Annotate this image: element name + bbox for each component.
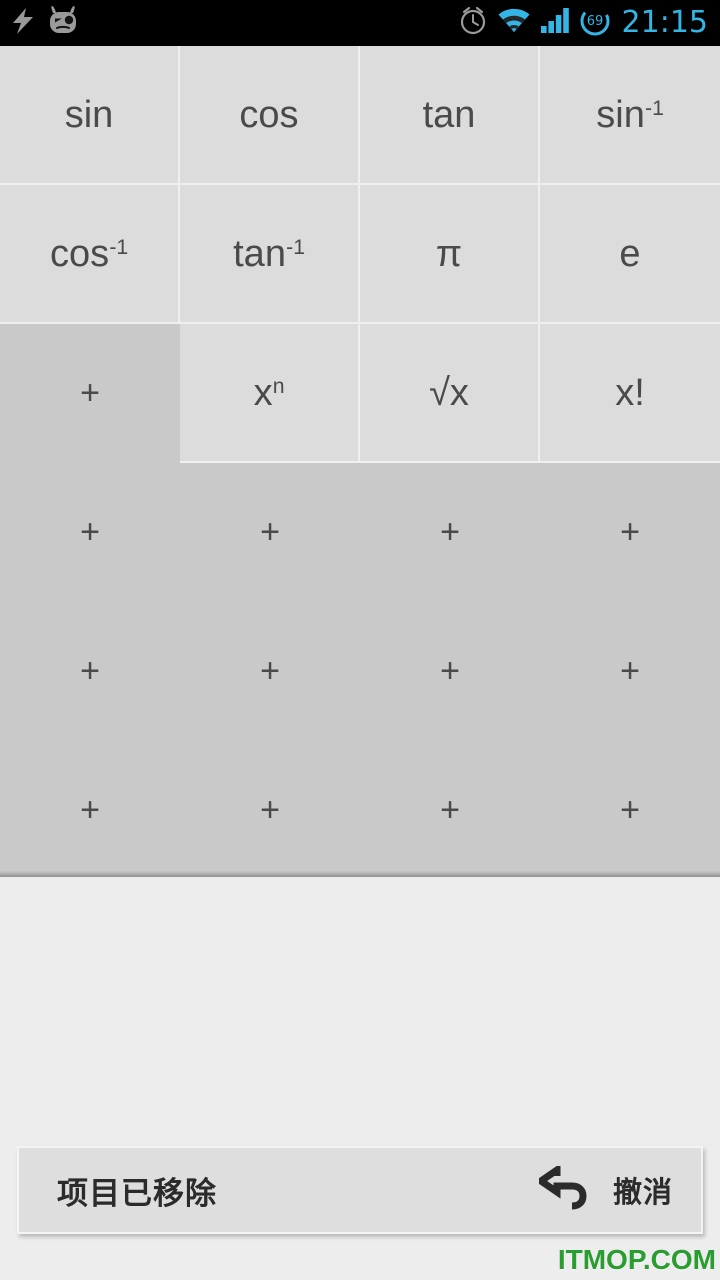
snackbar-message: 项目已移除 — [57, 1175, 217, 1212]
phone-screen: 69 21:15 sin cos tan sin -1 cos -1 tan -… — [0, 0, 720, 1280]
status-bar-right-icons: 69 21:15 — [458, 5, 708, 42]
empty-slot[interactable]: + — [540, 463, 720, 602]
palette-button-pi[interactable]: π — [360, 185, 540, 324]
palette-button-label: sin — [596, 93, 645, 136]
palette-button-e[interactable]: e — [540, 185, 720, 324]
undo-snackbar: 项目已移除 撤消 — [17, 1146, 703, 1234]
empty-slot[interactable]: + — [360, 741, 540, 877]
plus-icon: + — [80, 791, 100, 829]
plus-icon: + — [80, 513, 100, 551]
empty-slot-grid: + + + + + + + + + + + + — [0, 463, 720, 877]
cyanogenmod-logo-icon — [46, 5, 80, 42]
plus-icon: + — [80, 652, 100, 690]
palette-button-label: tan — [422, 93, 476, 136]
function-button-grid: sin cos tan sin -1 cos -1 tan -1 π e + x… — [0, 46, 720, 463]
palette-button-label: x! — [615, 371, 645, 414]
empty-slot[interactable]: + — [0, 602, 180, 741]
palette-button-label: sin — [64, 93, 114, 136]
battery-circle-icon: 69 — [579, 5, 611, 42]
status-bar-clock: 21:15 — [621, 5, 708, 40]
palette-button-sin[interactable]: sin — [0, 46, 180, 185]
empty-slot[interactable]: + — [360, 463, 540, 602]
palette-empty-slot-removed[interactable]: + — [0, 324, 180, 463]
palette-button-label: √x — [429, 371, 469, 414]
site-watermark: ITMOP.COM — [557, 1244, 716, 1275]
palette-button-label: tan — [233, 232, 286, 275]
palette-button-label: cos — [239, 93, 299, 136]
lightning-bolt-icon — [10, 6, 36, 41]
empty-slot[interactable]: + — [360, 602, 540, 741]
empty-slot[interactable]: + — [180, 741, 360, 877]
empty-slot[interactable]: + — [180, 602, 360, 741]
palette-button-power[interactable]: xn — [180, 324, 360, 463]
function-palette: sin cos tan sin -1 cos -1 tan -1 π e + x… — [0, 46, 720, 877]
undo-arrow-icon — [534, 1162, 595, 1215]
palette-button-factorial[interactable]: x! — [540, 324, 720, 463]
plus-icon: + — [620, 791, 640, 829]
status-bar: 69 21:15 — [0, 0, 720, 46]
palette-button-cos[interactable]: cos — [180, 46, 360, 185]
svg-text:69: 69 — [586, 14, 603, 29]
undo-label: 撤消 — [612, 1175, 673, 1209]
palette-button-arctan[interactable]: tan -1 — [180, 185, 360, 324]
palette-button-arcsin[interactable]: sin -1 — [540, 46, 720, 185]
plus-icon: + — [440, 791, 460, 829]
wifi-icon — [497, 7, 531, 39]
palette-button-label: x — [253, 371, 273, 414]
palette-button-label: e — [619, 232, 641, 275]
palette-button-label: cos — [49, 232, 110, 275]
plus-icon: + — [440, 513, 460, 551]
plus-icon: + — [260, 652, 280, 690]
empty-slot[interactable]: + — [0, 741, 180, 877]
palette-button-tan[interactable]: tan — [360, 46, 540, 185]
palette-button-sqrt[interactable]: √x — [360, 324, 540, 463]
palette-button-arccos[interactable]: cos -1 — [0, 185, 180, 324]
palette-button-label: π — [435, 232, 463, 275]
palette-button-superscript: -1 — [109, 235, 129, 260]
empty-slot[interactable]: + — [540, 741, 720, 877]
plus-icon: + — [620, 652, 640, 690]
empty-slot[interactable]: + — [180, 463, 360, 602]
status-bar-left-icons — [10, 5, 80, 42]
alarm-clock-icon — [458, 5, 488, 41]
plus-icon: + — [80, 374, 100, 412]
cellular-signal-icon — [540, 7, 570, 39]
plus-icon: + — [260, 513, 280, 551]
palette-button-superscript: -1 — [645, 96, 664, 121]
empty-slot[interactable]: + — [540, 602, 720, 741]
palette-button-superscript: n — [272, 374, 285, 399]
plus-icon: + — [260, 791, 280, 829]
palette-button-superscript: -1 — [286, 235, 306, 260]
plus-icon: + — [440, 652, 460, 690]
plus-icon: + — [620, 513, 640, 551]
empty-slot[interactable]: + — [0, 463, 180, 602]
undo-button[interactable]: 撤消 — [534, 1162, 673, 1215]
